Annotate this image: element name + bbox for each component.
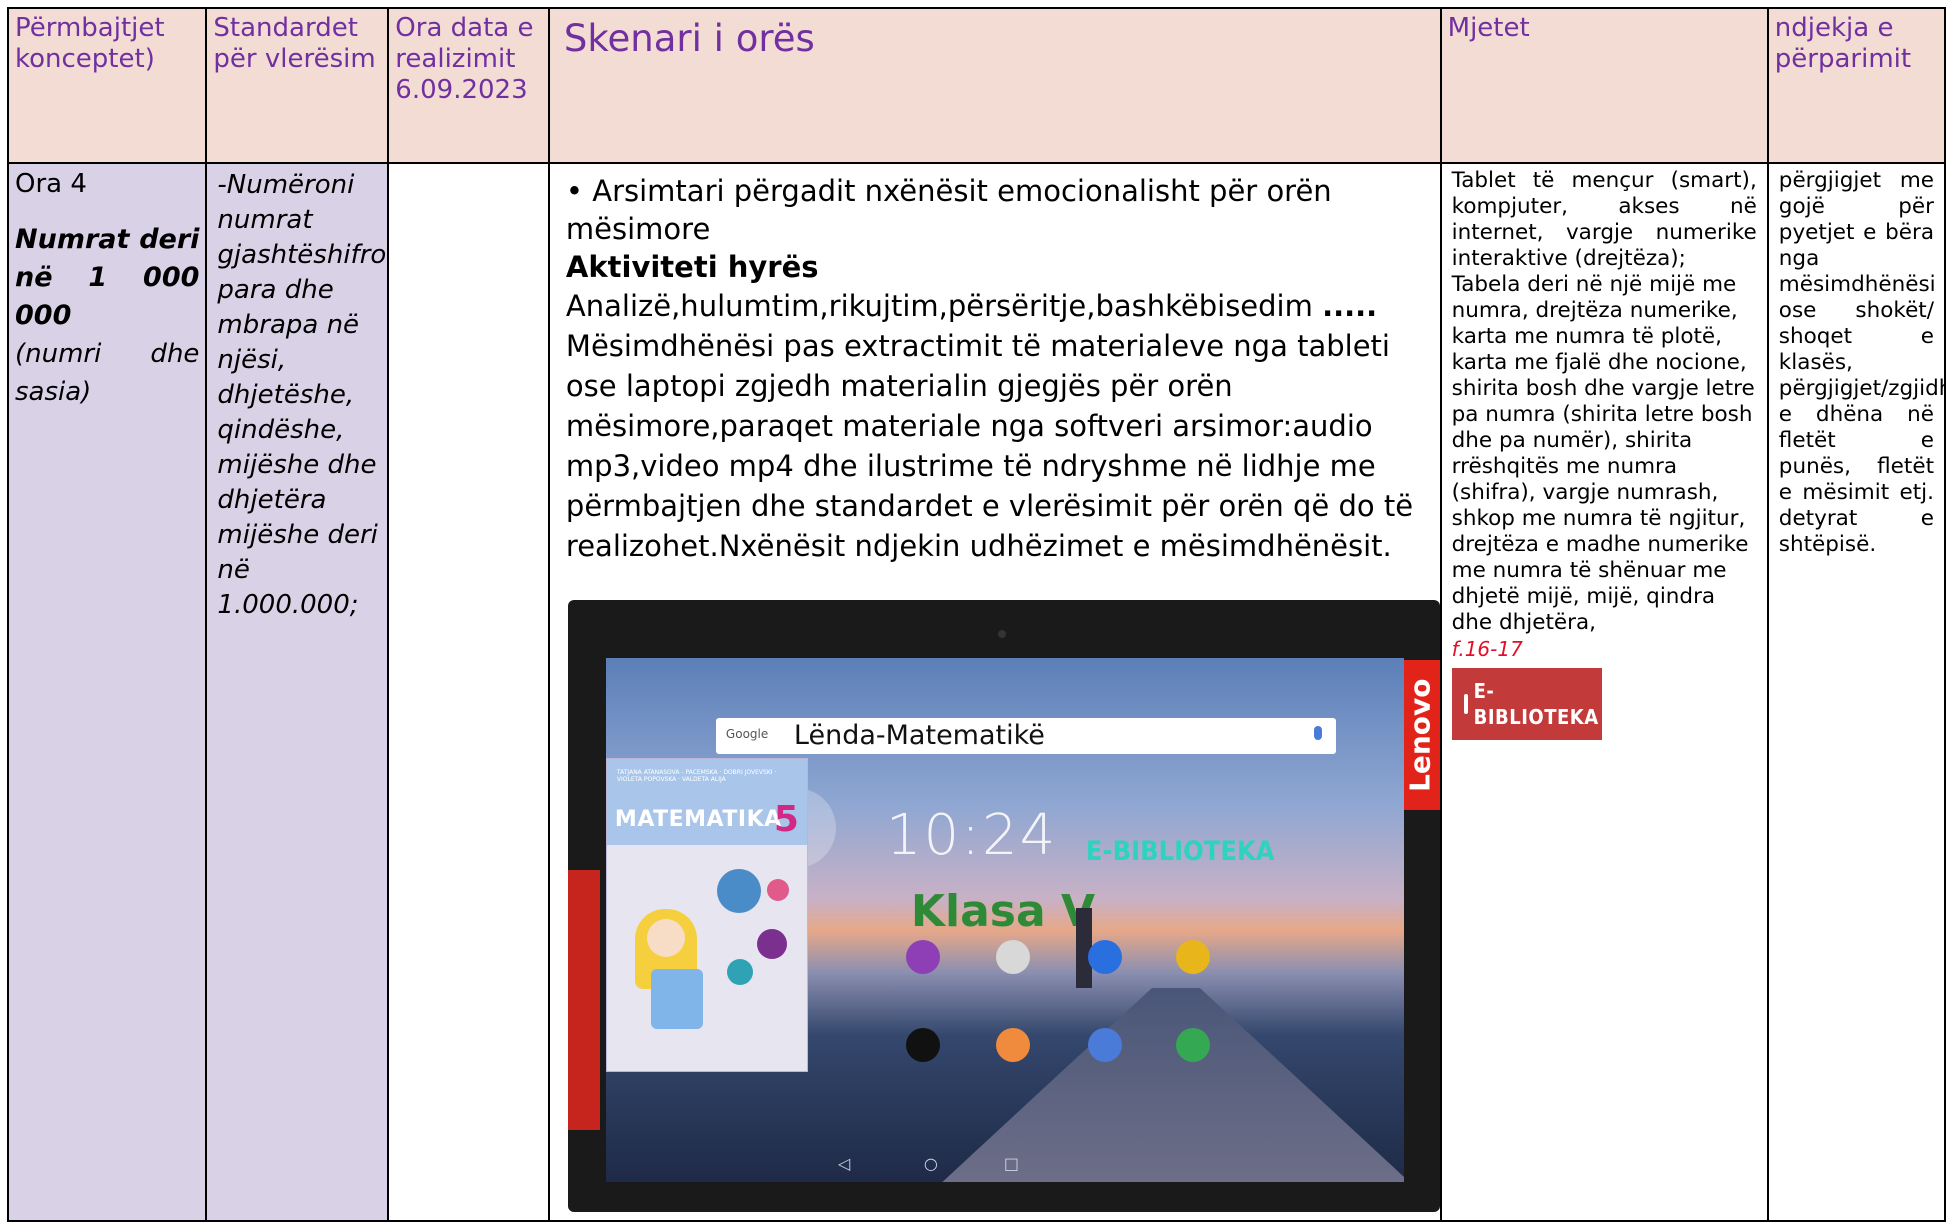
- progress-cell: përgjigjet me gojë për pyetjet e bëra ng…: [1766, 162, 1946, 1222]
- tools-text-2: Tabela deri në një mijë me numra, drejtë…: [1451, 272, 1755, 635]
- badge-text: E-BIBLIOTEKA: [1473, 679, 1599, 729]
- home-icon: ○: [923, 1154, 938, 1173]
- ebiblioteka-screen-logo: E-BIBLIOTEKA: [1085, 836, 1275, 867]
- header-date: Ora data e realizimit 6.09.2023: [387, 7, 550, 164]
- lesson-subtitle: (numri dhe sasia): [15, 339, 200, 407]
- header-row: Përmbajtjet konceptet) Standardet për vl…: [6, 7, 1946, 164]
- back-icon: ◁: [837, 1154, 851, 1173]
- google-logo: Google: [725, 727, 769, 741]
- activity-title: Aktiviteti hyrës: [565, 250, 819, 284]
- methods-text: Analizë,hulumtim,rikujtim,përsëritje,bas…: [565, 289, 1313, 323]
- lesson-topic: Numrat deri në 1 000 000: [15, 224, 200, 331]
- messages-app-icon: [1087, 1028, 1122, 1062]
- search-text: Lënda-Matematikë: [793, 720, 1045, 751]
- book-icon: [1463, 694, 1468, 714]
- header-standards: Standardet për vlerësim: [205, 7, 390, 164]
- contents-cell: Ora 4 Numrat deri në 1 000 000 (numri dh…: [6, 162, 208, 1222]
- header-scenario: Skenari i orës: [547, 7, 1442, 164]
- book-authors: TATJANA ATANASOVA - PACEMSKA · DOBRI JOV…: [616, 769, 777, 783]
- math-book-cover: TATJANA ATANASOVA - PACEMSKA · DOBRI JOV…: [605, 758, 808, 1072]
- diagram-node: [766, 879, 789, 901]
- standard-text: -Numëroni numrat gjashtëshifrorë para dh…: [217, 170, 387, 620]
- clock-text: 10:24: [885, 803, 1058, 868]
- content-row: Ora 4 Numrat deri në 1 000 000 (numri dh…: [6, 162, 1946, 1222]
- lesson-plan-table: Përmbajtjet konceptet) Standardet për vl…: [6, 7, 1946, 1222]
- photos-app-icon: [995, 1028, 1030, 1062]
- tools-cell: Tablet të mençur (smart), kompjuter, aks…: [1439, 162, 1769, 1222]
- chrome-app-icon: [1175, 940, 1210, 974]
- diagram-node: [716, 869, 761, 913]
- header-tools: Mjetet: [1439, 7, 1769, 164]
- girl-dress: [650, 969, 703, 1029]
- android-navbar: ◁ ○ □: [606, 1146, 1404, 1182]
- lenovo-logo: Lenovo: [1399, 660, 1439, 810]
- page-reference: f.16-17: [1451, 637, 1523, 661]
- methods-line: Analizë,hulumtim,rikujtim,përsëritje,bas…: [566, 286, 1428, 326]
- mic-icon: [1313, 726, 1322, 740]
- scenario-cell: • Arsimtari përgadit nxënësit emocionali…: [547, 162, 1442, 1222]
- date-cell: [387, 162, 550, 1222]
- netflix-app-icon: [905, 1028, 940, 1062]
- duo-app-icon: [1087, 940, 1122, 974]
- camera-dot: [997, 630, 1006, 638]
- tools-text-1: Tablet të mençur (smart), kompjuter, aks…: [1451, 168, 1757, 271]
- tablet-image: Lenovo Google Lënda-Matematikë 10:24 E-B…: [567, 600, 1439, 1212]
- girl-face: [646, 919, 685, 957]
- camera-app-icon: [905, 940, 940, 974]
- standards-cell: -Numëroni numrat gjashtëshifrorë para dh…: [205, 162, 390, 1222]
- scenario-paragraph: Mësimdhënësi pas extractimit të material…: [565, 329, 1414, 563]
- google-search-bar: Google Lënda-Matematikë: [715, 718, 1336, 754]
- lesson-number: Ora 4: [15, 169, 87, 199]
- header-progress: ndjekja e përparimit: [1766, 7, 1946, 164]
- methods-dots: .....: [1322, 289, 1378, 323]
- scenario-intro: • Arsimtari përgadit nxënësit emocionali…: [565, 174, 1332, 246]
- diagram-node: [726, 959, 753, 985]
- book-grade: 5: [773, 799, 799, 840]
- progress-text: përgjigjet me gojë për pyetjet e bëra ng…: [1778, 168, 1943, 557]
- klasa-text: Klasa V: [910, 886, 1096, 937]
- play-store-icon: [1175, 1028, 1210, 1062]
- ebiblioteka-badge: E-BIBLIOTEKA: [1451, 668, 1602, 740]
- recents-icon: □: [1003, 1154, 1020, 1173]
- side-strip: [567, 870, 600, 1130]
- book-title: MATEMATIKA: [614, 807, 782, 832]
- settings-app-icon: [995, 940, 1030, 974]
- diagram-node: [756, 929, 787, 959]
- header-contents: Përmbajtjet konceptet): [6, 7, 208, 164]
